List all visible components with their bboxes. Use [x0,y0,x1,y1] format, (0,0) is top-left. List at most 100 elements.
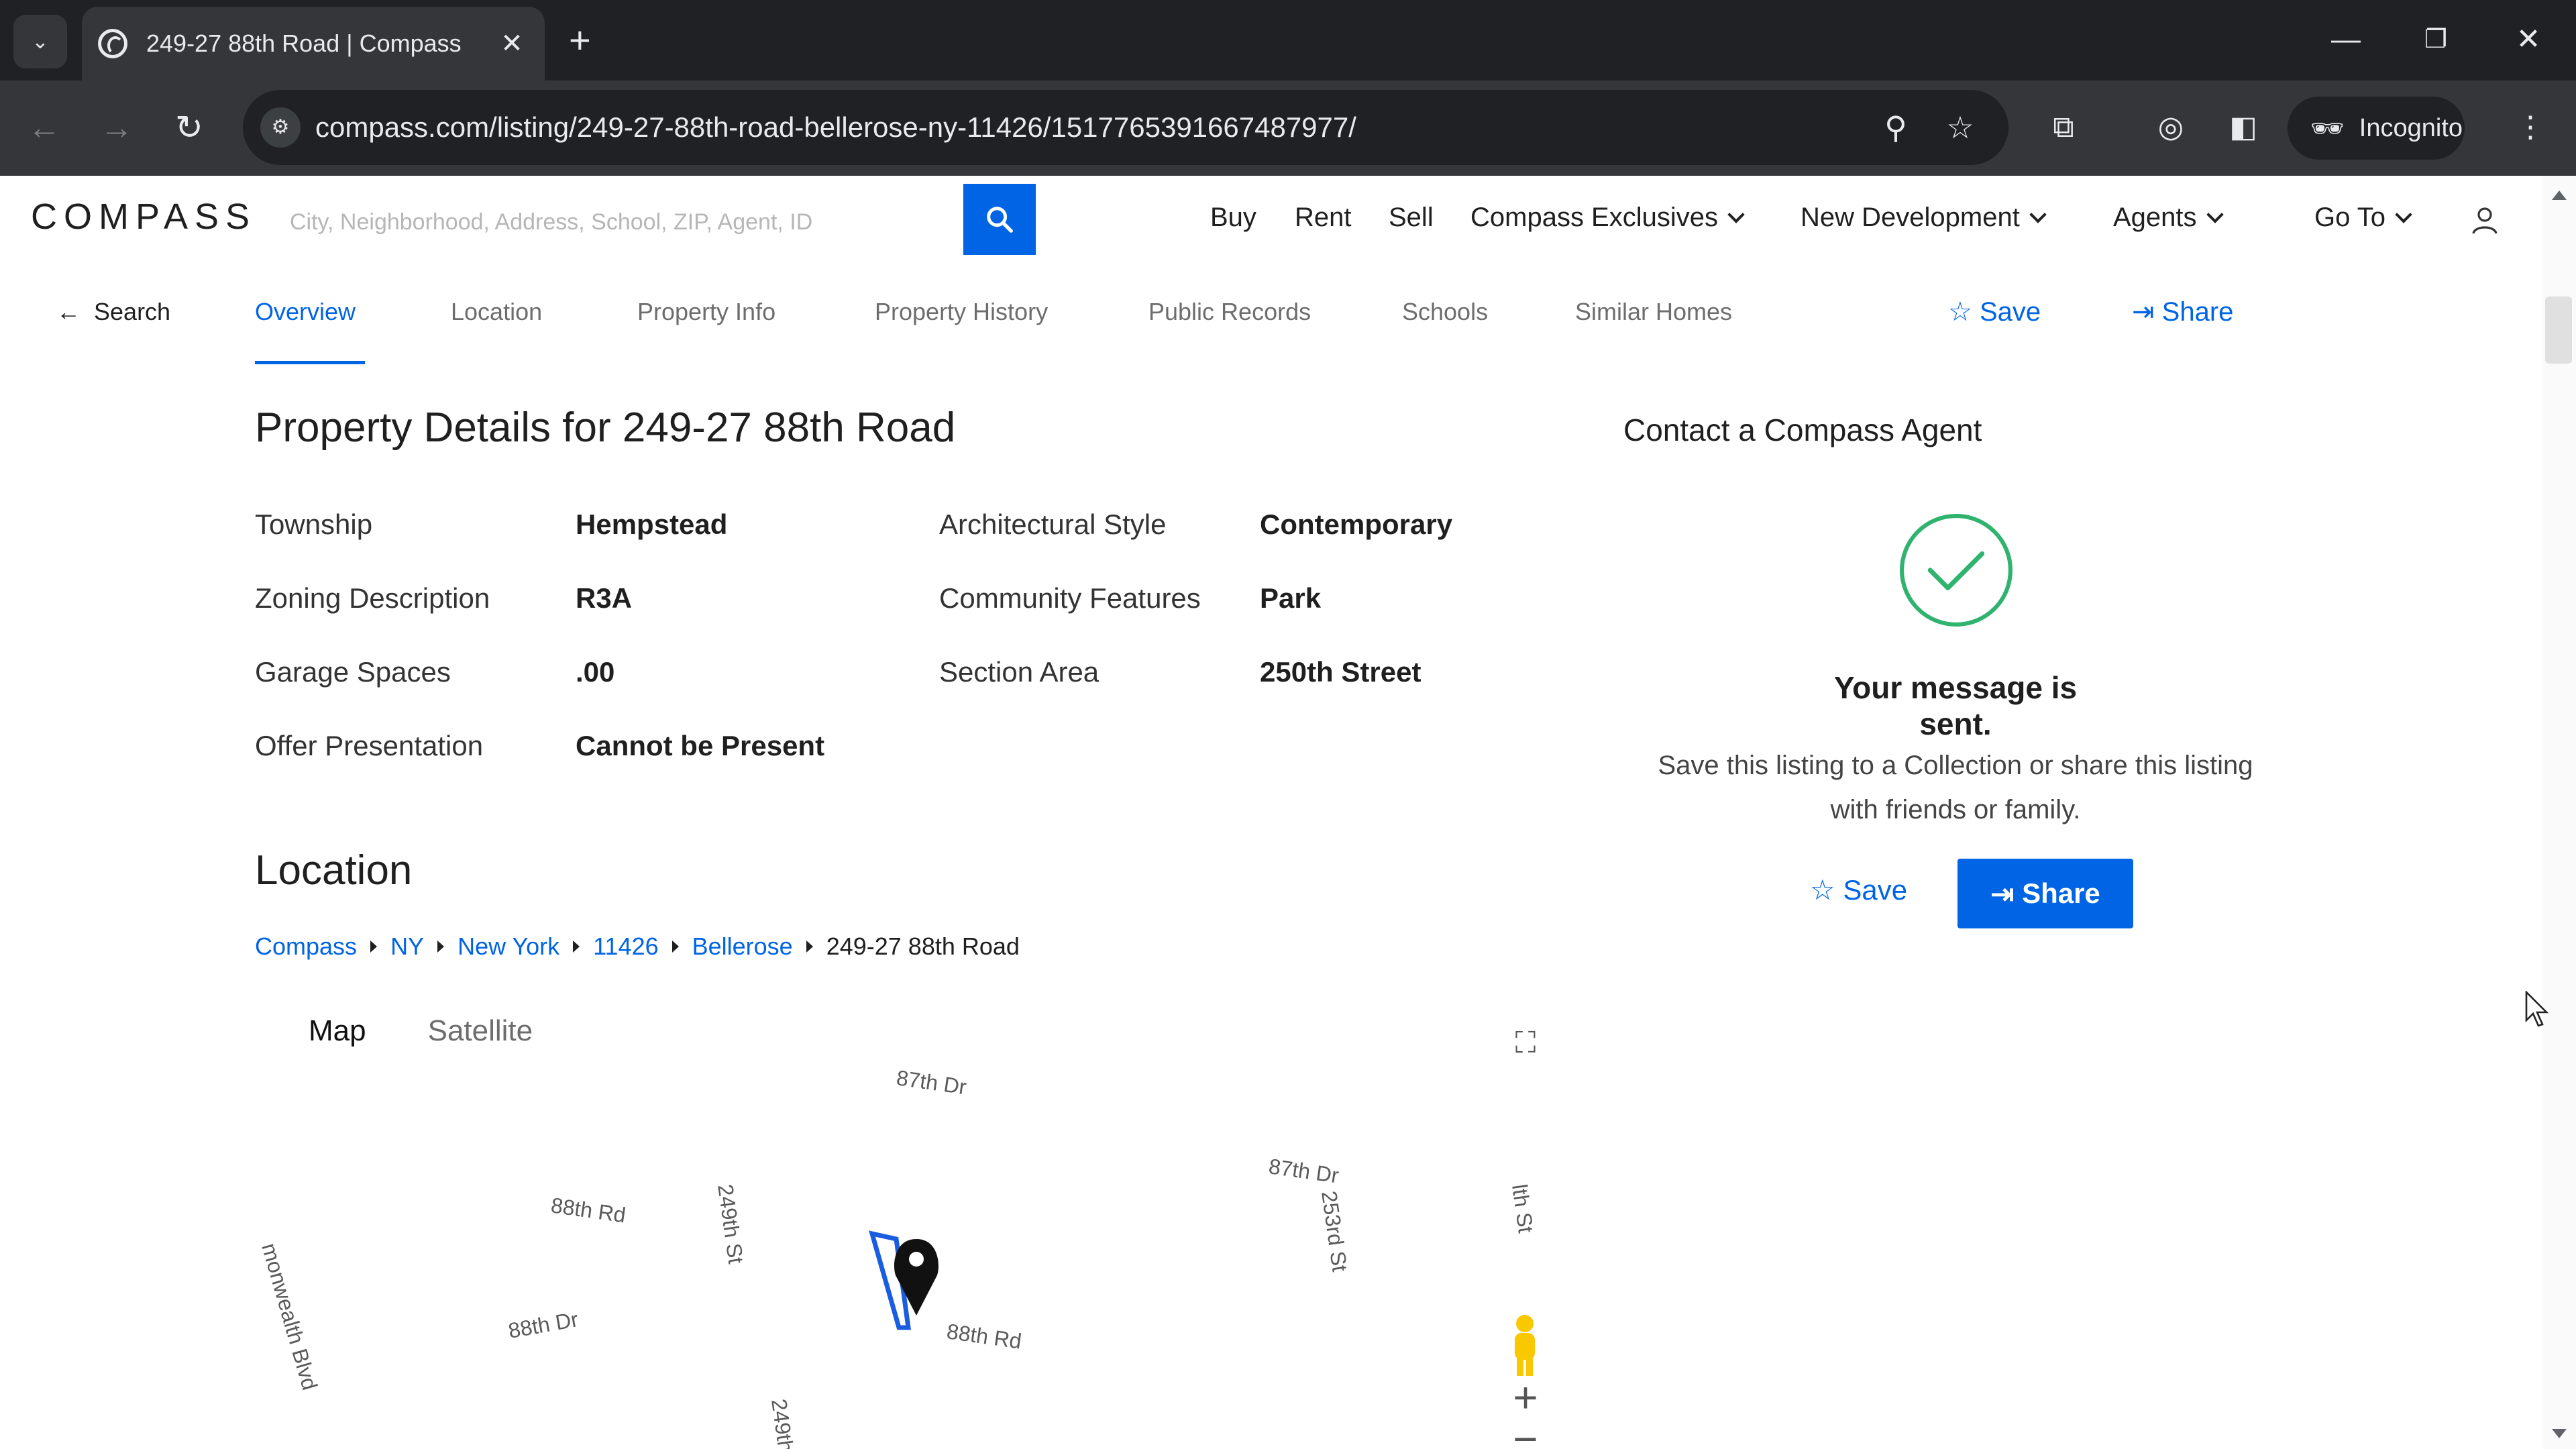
nav-rent[interactable]: Rent [1295,203,1352,233]
scrollbar-thumb[interactable] [2545,297,2572,364]
tab-overview[interactable]: Overview [255,298,356,326]
menu-icon[interactable]: ⋮ [2509,106,2552,149]
map-tab-map[interactable]: Map [278,1014,397,1048]
map-tab-satellite[interactable]: Satellite [397,1014,564,1048]
share-icon: ⇥ [1990,877,2023,910]
breadcrumb-separator-icon [672,941,679,953]
chevron-down-icon [1727,206,1745,223]
breadcrumb-separator-icon [806,941,813,953]
contact-save-button[interactable]: ☆ Save [1810,873,1907,906]
breadcrumb-link[interactable]: 11426 [593,932,658,961]
share-button[interactable]: ⇥ Share [2132,297,2233,327]
street-label: lth St [1507,1183,1538,1234]
plus-icon[interactable]: + [569,19,591,62]
zoom-in-icon[interactable]: + [1507,1376,1544,1419]
address-bar[interactable]: ⚙ compass.com/listing/249-27-88th-road-b… [243,90,2008,165]
fullscreen-icon[interactable]: ⛶ [1507,1024,1544,1062]
nav-label: Go To [2314,203,2385,232]
user-icon[interactable] [2469,204,2501,236]
zoom-out-icon[interactable]: − [1507,1417,1544,1449]
location-map[interactable]: 87th Dr 249th St 253rd St 87th Dr 88th R… [255,991,1563,1449]
detail-label: Community Features [939,582,1201,614]
street-label: 87th Dr [895,1065,968,1099]
active-tab-indicator [255,361,365,364]
star-outline-icon: ☆ [1948,297,1980,327]
url-text[interactable]: compass.com/listing/249-27-88th-road-bel… [315,90,1356,165]
street-view-pegman-icon[interactable] [1515,1315,1535,1376]
scrollbar[interactable] [2542,176,2576,1449]
breadcrumb-link[interactable]: NY [390,932,424,961]
scroll-down-icon[interactable] [2552,1429,2567,1438]
minimize-icon[interactable]: — [2322,16,2369,63]
detail-value: Hempstead [576,508,728,540]
tab-schools[interactable]: Schools [1402,298,1488,326]
property-details-title: Property Details for 249-27 88th Road [255,405,956,451]
street-label: 87th Dr [1267,1154,1340,1187]
breadcrumb-link[interactable]: Compass [255,932,357,961]
nav-agents[interactable]: Agents [2113,203,2224,233]
performance-icon[interactable]: ◎ [2149,106,2192,149]
chevron-down-icon [2395,206,2412,223]
incognito-icon: 🕶 [2310,113,2345,144]
extensions-icon[interactable]: ⧉ [2042,106,2085,149]
detail-label: Architectural Style [939,508,1167,540]
detail-label: Zoning Description [255,582,490,614]
detail-value: 250th Street [1260,656,1421,688]
reload-icon[interactable]: ↻ [162,101,216,154]
incognito-button[interactable]: 🕶 Incognito [2288,97,2465,160]
breadcrumb-current: 249-27 88th Road [826,932,1020,960]
message-sent-text: Save this listing to a Collection or sha… [1658,751,2253,824]
browser-toolbar: ← → ↻ ⚙ compass.com/listing/249-27-88th-… [0,80,2576,176]
close-icon[interactable]: ✕ [495,28,529,59]
search-button[interactable] [963,184,1036,255]
site-info-icon[interactable]: ⚙ [260,107,301,148]
map-pin-icon[interactable] [894,1239,938,1316]
nav-sell[interactable]: Sell [1389,203,1434,233]
compass-favicon-icon [98,29,127,58]
breadcrumb-link[interactable]: New York [458,932,559,961]
site-header: COMPASS City, Neighborhood, Address, Sch… [0,176,2542,263]
breadcrumb-link[interactable]: Bellerose [692,932,793,961]
compass-logo[interactable]: COMPASS [31,196,256,237]
detail-label: Section Area [939,656,1099,688]
zoom-icon[interactable]: ⚲ [1876,107,1916,148]
tab-property-history[interactable]: Property History [875,298,1048,326]
tab-search-icon[interactable]: ⌄ [13,15,67,68]
save-button[interactable]: ☆ Save [1948,297,2041,327]
tab-public-records[interactable]: Public Records [1148,298,1311,326]
nav-label: New Development [1801,203,2020,232]
search-icon [987,207,1013,233]
street-label: 249th St [713,1183,748,1265]
forward-icon[interactable]: → [90,101,144,154]
street-label: 249th St [767,1397,802,1449]
map-type-tabs: Map Satellite [255,991,587,1071]
nav-go-to[interactable]: Go To [2314,203,2412,233]
breadcrumb: Compass NY New York 11426 Bellerose 249-… [255,932,1020,961]
detail-label: Township [255,508,373,540]
browser-tabstrip: ⌄ 249-27 88th Road | Compass ✕ + — ❐ ✕ [0,0,2576,80]
mouse-cursor-icon [2525,991,2549,1027]
close-window-icon[interactable]: ✕ [2505,16,2552,63]
tab-property-info[interactable]: Property Info [637,298,775,326]
browser-tab[interactable]: 249-27 88th Road | Compass ✕ [82,7,545,80]
street-label: 88th Rd [549,1193,627,1227]
nav-buy[interactable]: Buy [1210,203,1256,233]
nav-label: Agents [2113,203,2197,232]
nav-new-development[interactable]: New Development [1801,203,2047,233]
star-icon[interactable]: ☆ [1940,107,1980,148]
breadcrumb-separator-icon [573,941,580,953]
street-label: monwealth Blvd [257,1240,322,1393]
contact-share-button[interactable]: ⇥ Share [1957,859,2133,928]
tab-similar-homes[interactable]: Similar Homes [1575,298,1732,326]
incognito-label: Incognito [2359,113,2463,142]
back-icon[interactable]: ← [17,101,71,154]
side-panel-icon[interactable]: ◧ [2222,106,2265,149]
scroll-up-icon[interactable] [2552,191,2567,200]
nav-compass-exclusives[interactable]: Compass Exclusives [1470,203,1745,233]
street-label: 253rd St [1317,1189,1352,1273]
check-circle-icon [1899,513,2013,627]
tab-location[interactable]: Location [451,298,542,326]
restore-icon[interactable]: ❐ [2412,16,2459,63]
breadcrumb-separator-icon [370,941,378,953]
search-input[interactable]: City, Neighborhood, Address, School, ZIP… [290,209,812,235]
